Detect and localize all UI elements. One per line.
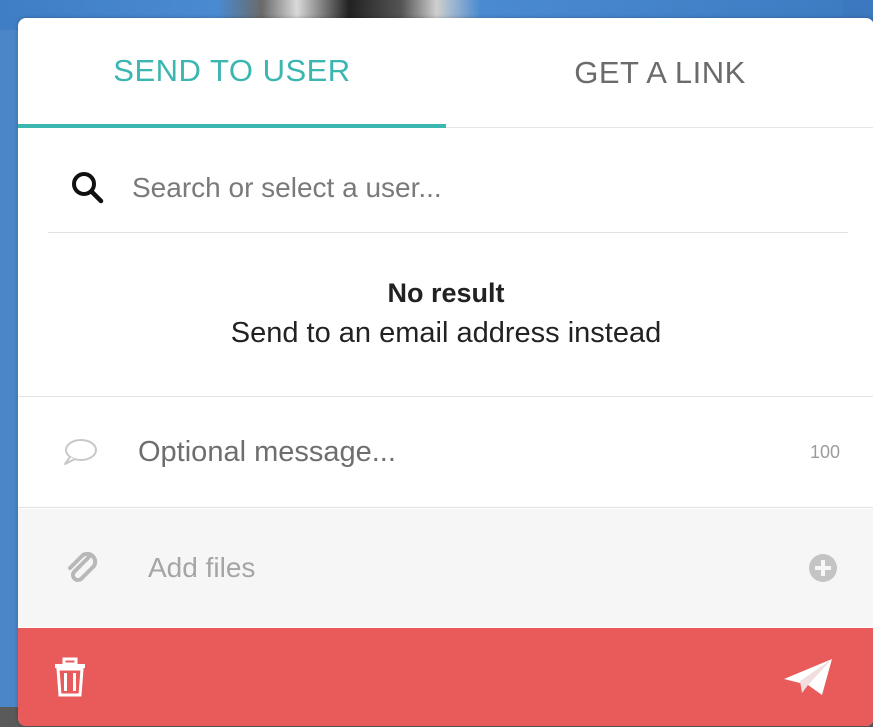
message-row: 100 bbox=[18, 396, 873, 508]
paper-plane-icon[interactable] bbox=[782, 655, 834, 699]
add-files-label: Add files bbox=[148, 552, 256, 583]
share-panel: SEND TO USER GET A LINK No result Send t… bbox=[18, 18, 873, 726]
no-result: No result Send to an email address inste… bbox=[18, 278, 873, 350]
send-to-email-link[interactable]: Send to an email address instead bbox=[18, 317, 873, 350]
search-input[interactable] bbox=[132, 171, 732, 204]
tab-send-to-user[interactable]: SEND TO USER bbox=[18, 18, 446, 128]
no-result-title: No result bbox=[387, 278, 505, 308]
char-limit-counter: 100 bbox=[809, 441, 840, 462]
action-bar bbox=[18, 628, 873, 726]
trash-icon[interactable] bbox=[52, 657, 88, 697]
search-icon bbox=[72, 171, 104, 203]
paperclip-icon bbox=[68, 551, 98, 582]
tab-get-a-link[interactable]: GET A LINK bbox=[446, 18, 873, 128]
tab-bar: SEND TO USER GET A LINK bbox=[18, 18, 873, 128]
optional-message-input[interactable] bbox=[138, 435, 758, 469]
add-files-row[interactable]: Add files bbox=[18, 509, 873, 627]
search-row bbox=[48, 143, 848, 233]
speech-bubble-icon bbox=[64, 439, 97, 465]
plus-circle-icon[interactable] bbox=[808, 553, 838, 583]
